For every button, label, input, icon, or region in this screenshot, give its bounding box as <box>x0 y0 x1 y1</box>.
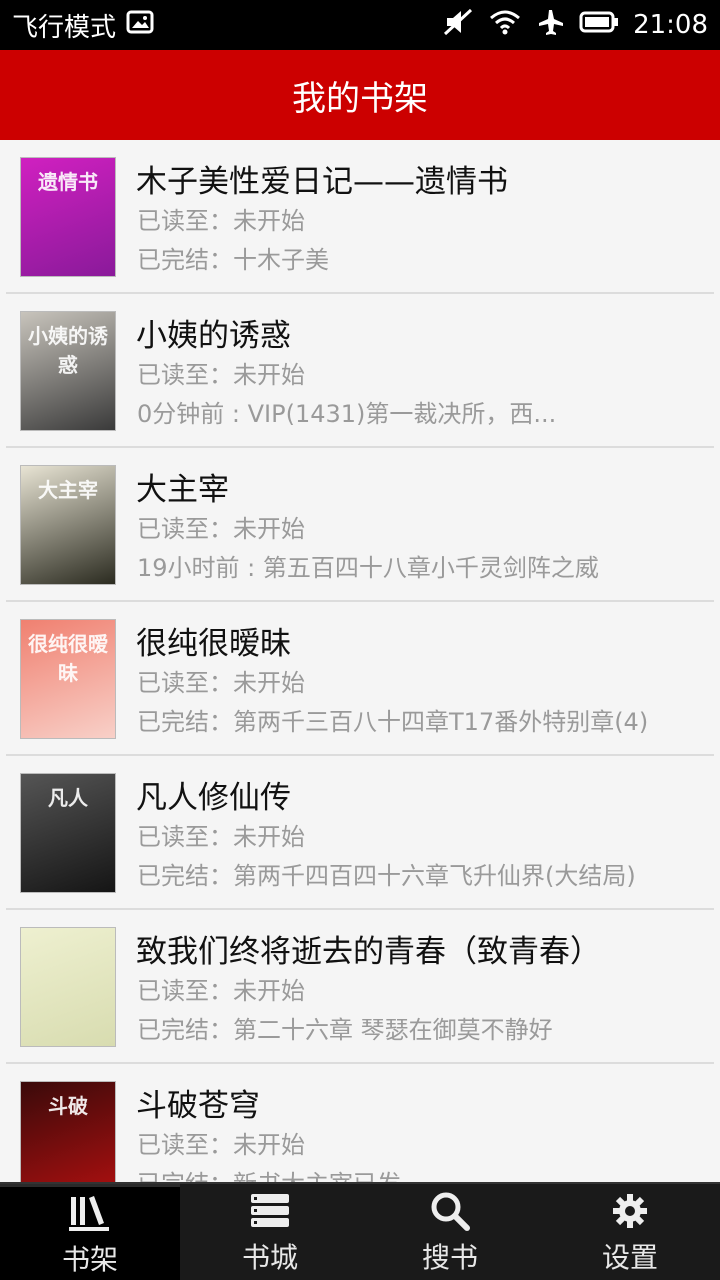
book-update-info: 已完结：第两千四百四十六章飞升仙界(大结局) <box>137 862 636 890</box>
book-read-status: 已读至：未开始 <box>137 669 305 697</box>
book-update-info: 已完结：十木子美 <box>137 246 329 274</box>
book-list-item[interactable]: 遗情书 木子美性爱日记——遗情书已读至：未开始 已完结：十木子美 <box>0 140 720 294</box>
tab-label: 设置 <box>601 1241 658 1274</box>
tab-gear[interactable]: 设置 <box>540 1184 720 1280</box>
book-cover-image: 斗破 <box>20 1081 116 1182</box>
book-cover-text: 遗情书 <box>38 170 98 194</box>
book-cover-text: 小姨的诱惑 <box>28 324 108 377</box>
bookstore-icon <box>248 1188 292 1234</box>
mute-icon <box>443 8 475 43</box>
book-update-info: 已完结：新书大主宰已发 <box>137 1164 401 1182</box>
book-title: 凡人修仙传 <box>136 780 291 816</box>
book-list-item[interactable]: 斗破 斗破苍穹已读至：未开始已完结：新书大主宰已发 <box>0 1064 720 1182</box>
tab-bookstore[interactable]: 书城 <box>180 1184 360 1280</box>
book-list[interactable]: 遗情书 木子美性爱日记——遗情书已读至：未开始 已完结：十木子美小姨的诱惑 小姨的诱惑… <box>0 140 720 1182</box>
bookshelf-icon <box>67 1190 113 1236</box>
book-read-status: 已读至：未开始 <box>137 823 305 851</box>
book-cover-image: 小姨的诱惑 <box>20 311 116 431</box>
book-update-info: 已完结：第两千三百八十四章T17番外特别章(4) <box>137 708 649 736</box>
clock: 21:08 <box>633 10 708 40</box>
book-list-item[interactable]: 小姨的诱惑 小姨的诱惑已读至：未开始 0分钟前 : VIP(1431)第一裁决所，西… <box>0 294 720 448</box>
tab-label: 书城 <box>241 1241 298 1274</box>
book-cover-image <box>20 927 116 1047</box>
book-update-info: 已完结：第二十六章 琴瑟在御莫不静好 <box>137 1016 553 1044</box>
book-list-item[interactable]: 大主宰 大主宰已读至：未开始 19小时前 : 第五百四十八章小千灵剑阵之威 <box>0 448 720 602</box>
wifi-icon <box>489 9 521 42</box>
page-title: 我的书架 <box>292 78 428 119</box>
book-read-status: 已读至：未开始 <box>137 361 305 389</box>
book-title: 大主宰 <box>136 472 229 508</box>
gear-icon <box>610 1188 650 1234</box>
bottom-nav: 书架 书城 搜书 设置 <box>0 1182 720 1280</box>
book-title: 致我们终将逝去的青春（致青春） <box>136 934 601 970</box>
book-read-status: 已读至：未开始 <box>137 977 305 1005</box>
book-cover-image: 遗情书 <box>20 157 116 277</box>
tab-label: 搜书 <box>421 1241 478 1274</box>
book-cover-image: 凡人 <box>20 773 116 893</box>
image-icon <box>126 10 154 41</box>
book-read-status: 已读至：未开始 <box>137 207 305 235</box>
book-cover-text: 凡人 <box>48 786 88 810</box>
tab-bookshelf[interactable]: 书架 <box>0 1184 180 1280</box>
book-read-status: 已读至：未开始 <box>137 515 305 543</box>
book-list-item[interactable]: 致我们终将逝去的青春（致青春） 已读至：未开始已完结：第二十六章 琴瑟在御莫不静好 <box>0 910 720 1064</box>
book-list-item[interactable]: 很纯很暧昧 很纯很暧昧已读至：未开始已完结：第两千三百八十四章T17番外特别章(4… <box>0 602 720 756</box>
tab-search[interactable]: 搜书 <box>360 1184 540 1280</box>
status-bar: 飞行模式 21:08 <box>0 0 720 50</box>
book-list-item[interactable]: 凡人 凡人修仙传已读至：未开始已完结：第两千四百四十六章飞升仙界(大结局) <box>0 756 720 910</box>
book-title: 小姨的诱惑 <box>136 318 291 354</box>
book-cover-image: 大主宰 <box>20 465 116 585</box>
airplane-mode-label: 飞行模式 <box>12 12 117 43</box>
book-cover-text: 大主宰 <box>38 478 98 502</box>
book-title: 木子美性爱日记——遗情书 <box>136 164 508 200</box>
battery-icon <box>579 10 619 41</box>
book-cover-text: 斗破 <box>48 1094 88 1118</box>
book-title: 斗破苍穹 <box>136 1088 260 1124</box>
book-title: 很纯很暧昧 <box>136 626 291 662</box>
book-read-status: 已读至：未开始 <box>137 1131 305 1159</box>
book-cover-text: 很纯很暧昧 <box>28 632 108 685</box>
tab-label: 书架 <box>61 1242 118 1276</box>
search-icon <box>428 1188 472 1234</box>
book-update-info: 0分钟前 : VIP(1431)第一裁决所，西... <box>137 400 557 428</box>
book-cover-image: 很纯很暧昧 <box>20 619 116 739</box>
book-update-info: 19小时前 : 第五百四十八章小千灵剑阵之威 <box>137 554 599 582</box>
airplane-icon <box>535 8 565 43</box>
title-bar: 我的书架 <box>0 50 720 140</box>
